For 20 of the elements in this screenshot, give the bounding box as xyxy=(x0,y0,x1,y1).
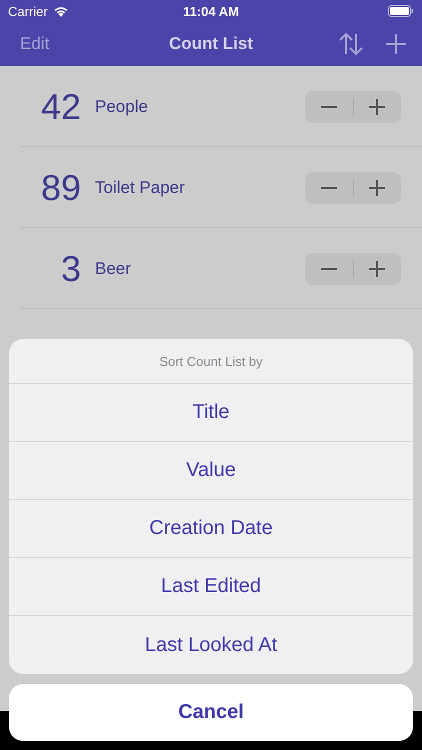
count-value: 3 xyxy=(60,248,81,290)
sheet-title: Sort Count List by xyxy=(9,339,413,384)
count-title: Toilet Paper xyxy=(95,178,186,198)
add-icon[interactable] xyxy=(386,34,406,54)
cancel-button[interactable]: Cancel xyxy=(9,684,413,741)
count-value: 89 xyxy=(40,166,81,208)
sort-option[interactable]: Value xyxy=(9,442,413,500)
sort-option[interactable]: Title xyxy=(9,384,413,442)
sort-icon[interactable] xyxy=(338,32,364,56)
sort-option[interactable]: Last Looked At xyxy=(9,616,413,674)
sort-option[interactable]: Last Edited xyxy=(9,558,413,616)
count-title: Beer xyxy=(95,258,132,278)
status-time: 11:04 AM xyxy=(183,4,239,18)
wifi-icon xyxy=(52,5,69,17)
carrier-label: Carrier xyxy=(8,4,48,18)
sort-option[interactable]: Creation Date xyxy=(9,500,413,558)
nav-title: Count List xyxy=(168,34,254,53)
battery-icon xyxy=(388,5,414,17)
count-value: 42 xyxy=(40,86,81,128)
count-title: People xyxy=(95,96,149,116)
